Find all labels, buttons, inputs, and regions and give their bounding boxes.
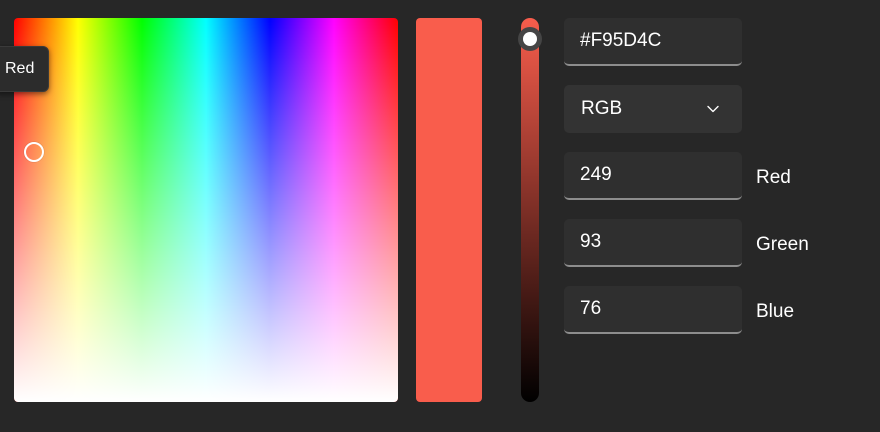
hex-input-field[interactable] bbox=[564, 18, 742, 66]
slider-thumb-dot bbox=[523, 32, 537, 46]
chevron-down-icon bbox=[707, 105, 719, 113]
saturation-gradient bbox=[14, 18, 398, 402]
red-input[interactable] bbox=[564, 152, 742, 198]
color-preview-swatch bbox=[416, 18, 482, 402]
green-input[interactable] bbox=[564, 219, 742, 265]
spectrum-selector-ring[interactable] bbox=[24, 142, 44, 162]
blue-input[interactable] bbox=[564, 286, 742, 332]
brightness-slider-thumb[interactable] bbox=[518, 27, 542, 51]
brightness-slider-track[interactable] bbox=[521, 18, 539, 402]
blue-label: Blue bbox=[756, 301, 795, 322]
color-spectrum[interactable] bbox=[14, 18, 398, 402]
red-input-field[interactable] bbox=[564, 152, 742, 200]
color-picker: Red RGB Red Green Blue bbox=[0, 0, 880, 432]
green-input-field[interactable] bbox=[564, 219, 742, 267]
green-label: Green bbox=[756, 234, 809, 255]
blue-input-field[interactable] bbox=[564, 286, 742, 334]
tooltip: Red bbox=[0, 46, 50, 92]
red-label: Red bbox=[756, 167, 791, 188]
hex-input[interactable] bbox=[564, 18, 742, 64]
color-mode-value: RGB bbox=[581, 98, 623, 119]
color-mode-dropdown[interactable]: RGB bbox=[564, 85, 742, 133]
